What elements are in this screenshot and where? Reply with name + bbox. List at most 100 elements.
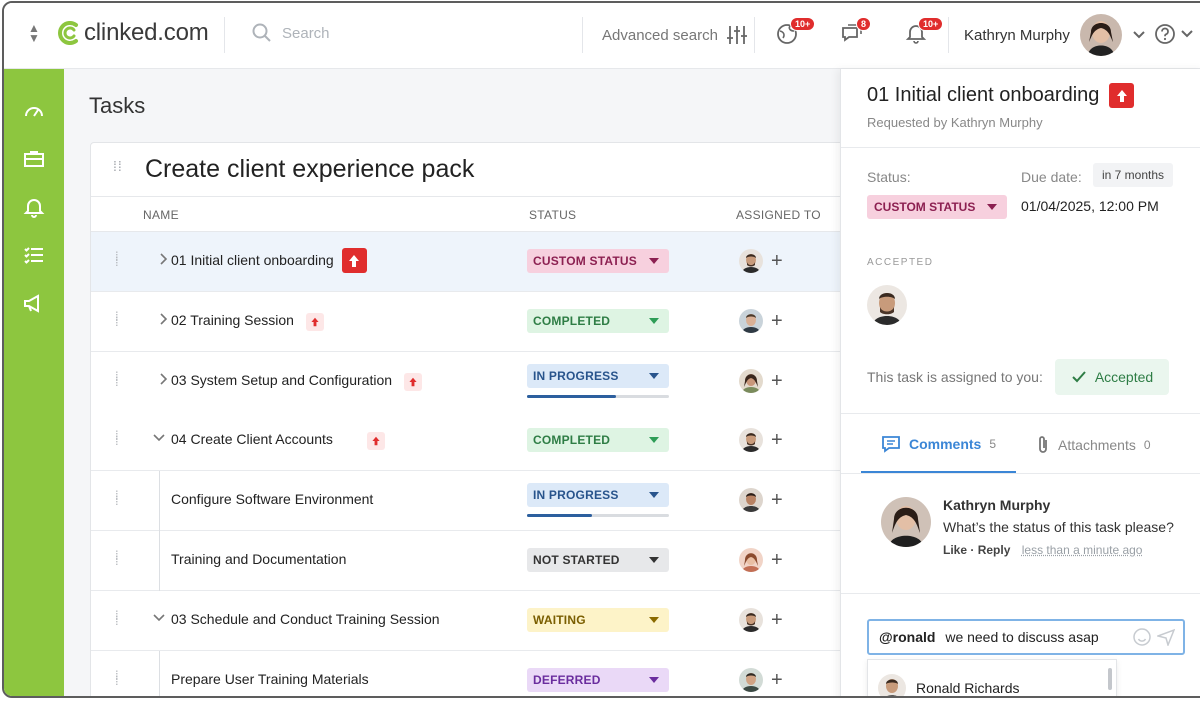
status-dropdown[interactable]: WAITING [527, 607, 669, 632]
avatar[interactable] [739, 607, 763, 632]
caret-down-icon [649, 317, 659, 324]
table-row[interactable]: ⁞ ⁞ 02 Training Session COMPLETED + [91, 291, 849, 352]
collapse-toggle-icon[interactable]: ▲ ▼ [24, 22, 44, 47]
add-assignee-icon[interactable]: + [771, 371, 783, 391]
tab-comments[interactable]: Comments 5 [861, 417, 1017, 473]
comment-input[interactable]: @ronald we need to discuss asap [867, 619, 1185, 655]
avatar[interactable] [739, 308, 763, 333]
drag-handle-icon[interactable]: ⁞⁞ [115, 609, 119, 627]
user-menu[interactable]: Kathryn Murphy [964, 14, 1146, 56]
task-name[interactable]: 03 Schedule and Conduct Training Session [171, 611, 440, 627]
bell-icon[interactable] [22, 195, 46, 219]
mention-suggestion-item[interactable]: Ronald Richards [878, 674, 1020, 696]
task-name[interactable]: 01 Initial client onboarding [171, 252, 334, 268]
add-assignee-icon[interactable]: + [771, 430, 783, 450]
tab-comments-label: Comments [909, 436, 982, 452]
table-row[interactable]: ⁞ ⁞ 03 System Setup and Configuration IN PR… [91, 351, 849, 412]
emoji-icon[interactable] [1133, 628, 1151, 646]
like-button[interactable]: Like [943, 543, 967, 557]
drag-handle-icon[interactable]: ⁞⁞ [115, 549, 119, 567]
tab-attachments[interactable]: Attachments 0 [1016, 417, 1171, 473]
table-row[interactable]: ⁞ ⁞ 04 Create Client Accounts COMPLETED + [91, 411, 849, 472]
add-assignee-icon[interactable]: + [771, 251, 783, 271]
bell-badge: 10+ [918, 17, 944, 31]
task-name[interactable]: Configure Software Environment [171, 491, 373, 507]
comment-author[interactable]: Kathryn Murphy [943, 497, 1174, 513]
due-date-value[interactable]: 01/04/2025, 12:00 PM [1021, 198, 1159, 214]
table-row[interactable]: ⁞ ⁞ Configure Software Environment IN PROGR… [91, 471, 849, 532]
status-dropdown[interactable]: IN PROGRESS [527, 483, 669, 508]
chat-badge: 8 [856, 17, 872, 31]
avatar[interactable] [739, 428, 763, 453]
logo[interactable]: clinked.com [56, 19, 209, 47]
chevron-right-icon[interactable] [157, 312, 169, 326]
drag-handle-icon[interactable]: ⁞⁞ [113, 159, 123, 173]
send-icon[interactable] [1157, 628, 1175, 646]
add-assignee-icon[interactable]: + [771, 670, 783, 690]
avatar[interactable] [739, 548, 763, 572]
avatar[interactable] [739, 488, 763, 513]
globe-button[interactable]: 10+ [776, 17, 816, 51]
task-name[interactable]: 02 Training Session [171, 312, 294, 328]
notifications-button[interactable]: 10+ [904, 17, 944, 51]
status-dropdown[interactable]: NOT STARTED [527, 548, 669, 572]
status-dropdown[interactable]: COMPLETED [527, 308, 669, 333]
caret-down-icon [649, 616, 659, 623]
add-assignee-icon[interactable]: + [771, 311, 783, 331]
add-assignee-icon[interactable]: + [771, 490, 783, 510]
task-name[interactable]: 03 System Setup and Configuration [171, 372, 392, 388]
chevron-right-icon[interactable] [157, 252, 169, 266]
caret-down-icon [649, 372, 659, 379]
chevron-down-icon [1181, 30, 1193, 38]
table-row[interactable]: ⁞ ⁞ Training and Documentation NOT STARTED + [91, 531, 849, 591]
status-dropdown[interactable]: CUSTOM STATUS [527, 249, 669, 273]
table-row[interactable]: ⁞ ⁞ 01 Initial client onboarding CUSTOM STA… [91, 232, 849, 292]
table-row[interactable]: ⁞ ⁞ 03 Schedule and Conduct Training Sessi… [91, 590, 849, 651]
reply-button[interactable]: Reply [978, 543, 1011, 557]
comment-meta: Like · Reply less than a minute ago [943, 543, 1174, 557]
user-name: Kathryn Murphy [964, 26, 1070, 44]
task-name[interactable]: Prepare User Training Materials [171, 671, 369, 687]
avatar[interactable] [739, 249, 763, 273]
checklist-icon[interactable] [22, 243, 46, 267]
drag-handle-icon[interactable]: ⁞⁞ [115, 370, 119, 388]
scrollbar[interactable] [1108, 668, 1112, 690]
avatar[interactable] [739, 667, 763, 692]
avatar[interactable] [739, 368, 763, 393]
megaphone-icon[interactable] [22, 291, 46, 315]
chevron-right-icon[interactable] [157, 372, 169, 386]
priority-high-icon [341, 248, 367, 273]
add-assignee-icon[interactable]: + [771, 610, 783, 630]
avatar [1079, 14, 1122, 56]
status-value: COMPLETED [533, 313, 611, 328]
status-dropdown[interactable]: CUSTOM STATUS [867, 195, 1007, 219]
page-title: Tasks [89, 93, 146, 118]
assignees: + [739, 667, 783, 692]
status-dropdown[interactable]: DEFERRED [527, 667, 669, 692]
help-menu[interactable] [1154, 23, 1194, 45]
drag-handle-icon[interactable]: ⁞⁞ [115, 429, 119, 447]
avatar[interactable] [867, 285, 907, 325]
add-assignee-icon[interactable]: + [771, 550, 783, 570]
accepted-button[interactable]: Accepted [1055, 359, 1169, 395]
drag-handle-icon[interactable]: ⁞⁞ [115, 489, 119, 507]
drag-handle-icon[interactable]: ⁞⁞ [115, 250, 119, 268]
task-name[interactable]: Training and Documentation [171, 551, 346, 567]
advanced-search-button[interactable]: Advanced search [602, 25, 748, 45]
chevron-down-icon[interactable] [153, 431, 165, 445]
column-header-name[interactable]: NAME [143, 208, 179, 222]
column-header-status[interactable]: STATUS [529, 208, 576, 222]
divider [948, 17, 949, 53]
status-dropdown[interactable]: COMPLETED [527, 428, 669, 453]
drag-handle-icon[interactable]: ⁞⁞ [115, 310, 119, 328]
drag-handle-icon[interactable]: ⁞⁞ [115, 669, 119, 687]
task-name[interactable]: 04 Create Client Accounts [171, 431, 333, 447]
briefcase-icon[interactable] [22, 147, 46, 171]
column-header-assigned[interactable]: ASSIGNED TO [736, 208, 821, 222]
table-row[interactable]: ⁞ ⁞ Prepare User Training Materials DEFERRE… [91, 650, 849, 696]
dashboard-icon[interactable] [22, 99, 46, 123]
chevron-down-icon[interactable] [153, 611, 165, 625]
search-input[interactable]: Search [252, 23, 330, 43]
status-dropdown[interactable]: IN PROGRESS [527, 363, 669, 388]
chat-button[interactable]: 8 [840, 17, 872, 51]
